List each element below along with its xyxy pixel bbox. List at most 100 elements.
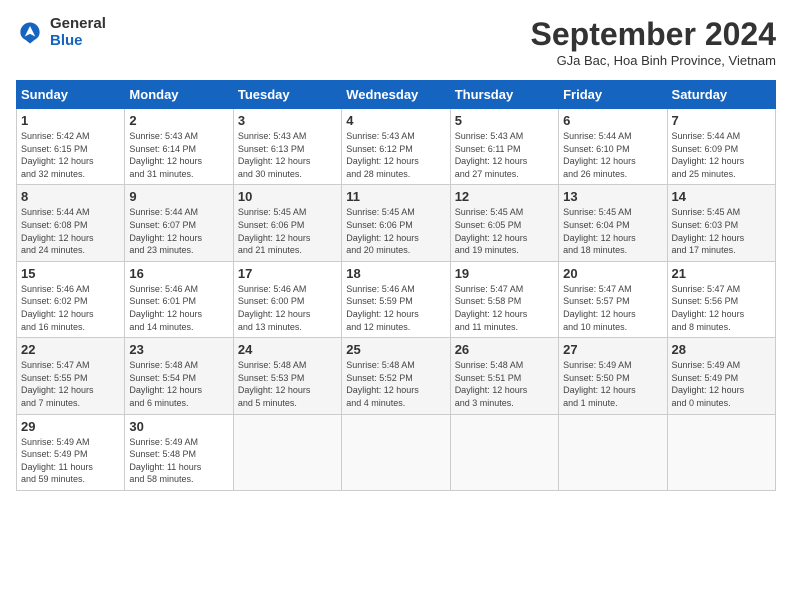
calendar-cell [559,414,667,490]
calendar-cell: 12 Sunrise: 5:45 AMSunset: 6:05 PMDayligh… [450,185,558,261]
day-number: 23 [129,342,228,357]
day-number: 26 [455,342,554,357]
calendar-table: Sunday Monday Tuesday Wednesday Thursday… [16,80,776,491]
col-thursday: Thursday [450,81,558,109]
day-info: Sunrise: 5:43 AMSunset: 6:14 PMDaylight:… [129,130,228,180]
day-number: 12 [455,189,554,204]
logo-text: General Blue [50,16,106,49]
day-info: Sunrise: 5:47 AMSunset: 5:56 PMDaylight:… [672,283,771,333]
day-number: 25 [346,342,445,357]
logo-icon [16,19,44,47]
calendar-cell: 28 Sunrise: 5:49 AMSunset: 5:49 PMDayligh… [667,338,775,414]
day-info: Sunrise: 5:45 AMSunset: 6:03 PMDaylight:… [672,206,771,256]
calendar-cell: 3Sunrise: 5:43 AMSunset: 6:13 PMDaylight… [233,109,341,185]
day-info: Sunrise: 5:46 AMSunset: 6:00 PMDaylight:… [238,283,337,333]
day-number: 19 [455,266,554,281]
day-number: 17 [238,266,337,281]
calendar-cell: 4Sunrise: 5:43 AMSunset: 6:12 PMDaylight… [342,109,450,185]
calendar-cell: 7 Sunrise: 5:44 AMSunset: 6:09 PMDaylight… [667,109,775,185]
day-number: 5 [455,113,554,128]
day-number: 13 [563,189,662,204]
day-number: 9 [129,189,228,204]
col-wednesday: Wednesday [342,81,450,109]
calendar-cell: 17 Sunrise: 5:46 AMSunset: 6:00 PMDayligh… [233,261,341,337]
calendar-cell: 11Sunrise: 5:45 AMSunset: 6:06 PMDayligh… [342,185,450,261]
col-monday: Monday [125,81,233,109]
day-info: Sunrise: 5:46 AMSunset: 6:02 PMDaylight:… [21,283,120,333]
day-info: Sunrise: 5:44 AMSunset: 6:08 PMDaylight:… [21,206,120,256]
col-saturday: Saturday [667,81,775,109]
day-info: Sunrise: 5:44 AMSunset: 6:09 PMDaylight:… [672,130,771,180]
week-row: 22Sunrise: 5:47 AMSunset: 5:55 PMDayligh… [17,338,776,414]
calendar-cell [342,414,450,490]
calendar-cell: 22Sunrise: 5:47 AMSunset: 5:55 PMDayligh… [17,338,125,414]
week-row: 8Sunrise: 5:44 AMSunset: 6:08 PMDaylight… [17,185,776,261]
day-number: 21 [672,266,771,281]
calendar-cell: 27Sunrise: 5:49 AMSunset: 5:50 PMDayligh… [559,338,667,414]
calendar-cell: 23 Sunrise: 5:48 AMSunset: 5:54 PMDayligh… [125,338,233,414]
calendar-cell: 21 Sunrise: 5:47 AMSunset: 5:56 PMDayligh… [667,261,775,337]
logo-general: General [50,16,106,33]
calendar-cell-1: 1 Sunrise: 5:42 AMSunset: 6:15 PMDaylight… [17,109,125,185]
calendar-cell [667,414,775,490]
day-info: Sunrise: 5:46 AMSunset: 6:01 PMDaylight:… [129,283,228,333]
calendar-cell: 29Sunrise: 5:49 AMSunset: 5:49 PMDayligh… [17,414,125,490]
day-info: Sunrise: 5:48 AMSunset: 5:53 PMDaylight:… [238,359,337,409]
day-number: 1 [21,113,120,128]
day-info: Sunrise: 5:48 AMSunset: 5:54 PMDaylight:… [129,359,228,409]
day-number: 10 [238,189,337,204]
day-number: 15 [21,266,120,281]
header-row: Sunday Monday Tuesday Wednesday Thursday… [17,81,776,109]
calendar-cell: 9 Sunrise: 5:44 AMSunset: 6:07 PMDaylight… [125,185,233,261]
day-info: Sunrise: 5:43 AMSunset: 6:12 PMDaylight:… [346,130,445,180]
logo-blue: Blue [50,33,106,50]
col-friday: Friday [559,81,667,109]
day-number: 6 [563,113,662,128]
day-info: Sunrise: 5:45 AMSunset: 6:06 PMDaylight:… [238,206,337,256]
subtitle: GJa Bac, Hoa Binh Province, Vietnam [531,53,776,68]
calendar-cell: 5 Sunrise: 5:43 AMSunset: 6:11 PMDaylight… [450,109,558,185]
week-row: 1 Sunrise: 5:42 AMSunset: 6:15 PMDaylight… [17,109,776,185]
day-info: Sunrise: 5:47 AMSunset: 5:57 PMDaylight:… [563,283,662,333]
logo: General Blue [16,16,106,49]
day-info: Sunrise: 5:49 AMSunset: 5:48 PMDaylight:… [129,436,228,486]
calendar-cell [450,414,558,490]
day-info: Sunrise: 5:49 AMSunset: 5:49 PMDaylight:… [21,436,120,486]
calendar-cell: 19 Sunrise: 5:47 AMSunset: 5:58 PMDayligh… [450,261,558,337]
day-info: Sunrise: 5:47 AMSunset: 5:55 PMDaylight:… [21,359,120,409]
week-row: 29Sunrise: 5:49 AMSunset: 5:49 PMDayligh… [17,414,776,490]
calendar-cell: 24Sunrise: 5:48 AMSunset: 5:53 PMDayligh… [233,338,341,414]
calendar-cell: 25 Sunrise: 5:48 AMSunset: 5:52 PMDayligh… [342,338,450,414]
day-number: 20 [563,266,662,281]
calendar-cell: 15 Sunrise: 5:46 AMSunset: 6:02 PMDayligh… [17,261,125,337]
day-number: 18 [346,266,445,281]
day-info: Sunrise: 5:47 AMSunset: 5:58 PMDaylight:… [455,283,554,333]
header: General Blue September 2024 GJa Bac, Hoa… [16,16,776,68]
day-number: 27 [563,342,662,357]
day-info: Sunrise: 5:42 AMSunset: 6:15 PMDaylight:… [21,130,120,180]
calendar-cell: 10 Sunrise: 5:45 AMSunset: 6:06 PMDayligh… [233,185,341,261]
col-sunday: Sunday [17,81,125,109]
day-info: Sunrise: 5:43 AMSunset: 6:11 PMDaylight:… [455,130,554,180]
day-number: 11 [346,189,445,204]
day-number: 2 [129,113,228,128]
calendar-cell: 14Sunrise: 5:45 AMSunset: 6:03 PMDayligh… [667,185,775,261]
main-title: September 2024 [531,16,776,53]
calendar-cell: 18 Sunrise: 5:46 AMSunset: 5:59 PMDayligh… [342,261,450,337]
calendar-cell: 13Sunrise: 5:45 AMSunset: 6:04 PMDayligh… [559,185,667,261]
calendar-cell: 20 Sunrise: 5:47 AMSunset: 5:57 PMDayligh… [559,261,667,337]
calendar-cell [233,414,341,490]
day-info: Sunrise: 5:44 AMSunset: 6:07 PMDaylight:… [129,206,228,256]
calendar-cell: 26Sunrise: 5:48 AMSunset: 5:51 PMDayligh… [450,338,558,414]
day-info: Sunrise: 5:45 AMSunset: 6:05 PMDaylight:… [455,206,554,256]
day-info: Sunrise: 5:44 AMSunset: 6:10 PMDaylight:… [563,130,662,180]
day-info: Sunrise: 5:46 AMSunset: 5:59 PMDaylight:… [346,283,445,333]
calendar-cell: 8Sunrise: 5:44 AMSunset: 6:08 PMDaylight… [17,185,125,261]
week-row: 15 Sunrise: 5:46 AMSunset: 6:02 PMDayligh… [17,261,776,337]
day-info: Sunrise: 5:48 AMSunset: 5:52 PMDaylight:… [346,359,445,409]
day-number: 7 [672,113,771,128]
day-number: 28 [672,342,771,357]
calendar-cell: 30Sunrise: 5:49 AMSunset: 5:48 PMDayligh… [125,414,233,490]
day-info: Sunrise: 5:49 AMSunset: 5:49 PMDaylight:… [672,359,771,409]
day-info: Sunrise: 5:43 AMSunset: 6:13 PMDaylight:… [238,130,337,180]
